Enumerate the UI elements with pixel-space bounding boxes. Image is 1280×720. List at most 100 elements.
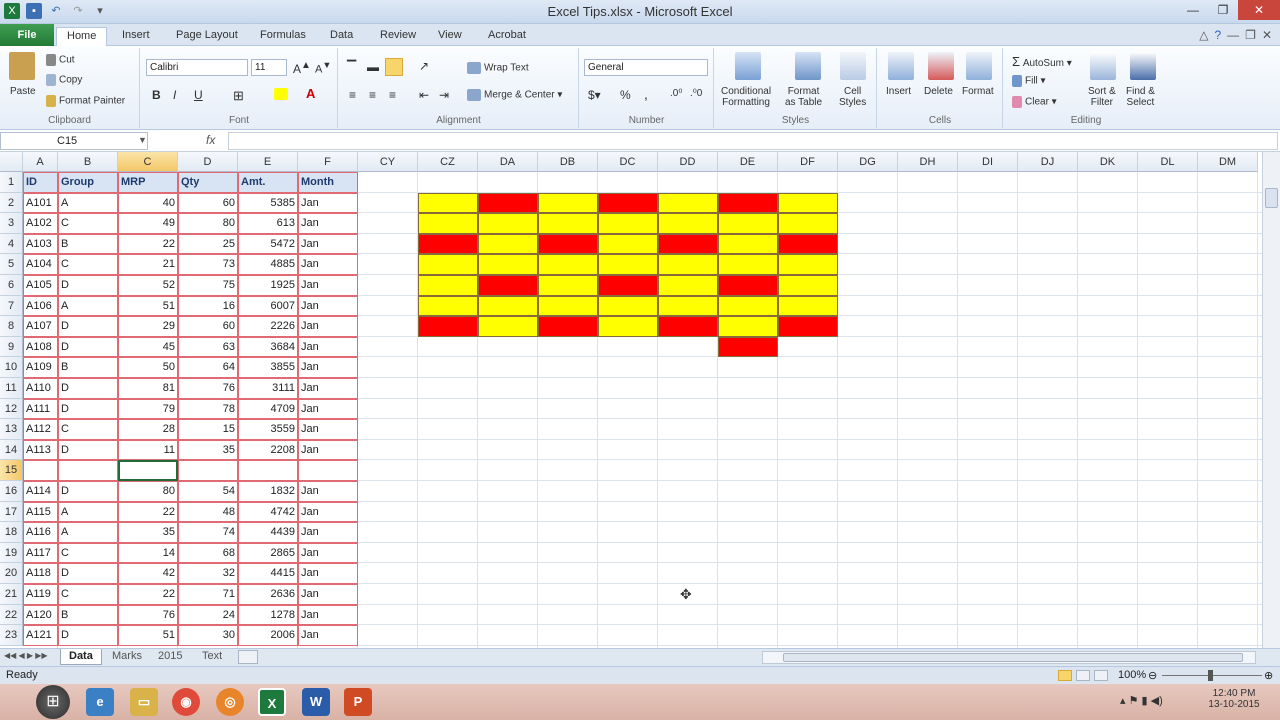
table-cell[interactable]: 6007 [238, 295, 298, 317]
merge-center-button[interactable]: Merge & Center ▾ [467, 89, 562, 101]
tab-insert[interactable]: Insert [112, 27, 160, 46]
table-cell[interactable]: 1278 [238, 604, 298, 626]
table-cell[interactable]: A119 [23, 584, 58, 605]
name-box[interactable]: C15 [0, 132, 148, 150]
format-painter-button[interactable]: Format Painter [46, 95, 125, 107]
table-cell[interactable]: 4439 [238, 522, 298, 543]
tab-formulas[interactable]: Formulas [250, 27, 316, 46]
fill-button[interactable]: Fill ▾ [1012, 75, 1046, 87]
table-cell[interactable]: 22 [118, 233, 178, 255]
table-cell[interactable]: 3559 [238, 419, 298, 440]
column-header-dd[interactable]: DD [658, 152, 718, 172]
table-cell[interactable]: 63 [178, 336, 238, 358]
table-cell[interactable]: 21 [118, 254, 178, 275]
conditional-formatting-button[interactable]: Conditional Formatting [721, 86, 771, 108]
table-cell[interactable]: D [58, 398, 118, 420]
tab-data[interactable]: Data [320, 27, 363, 46]
table-cell[interactable]: A117 [23, 542, 58, 564]
table-cell[interactable]: Jan [298, 233, 358, 255]
decrease-indent-icon[interactable]: ⇤ [419, 88, 429, 102]
table-cell[interactable]: 50 [118, 357, 178, 378]
table-cell[interactable] [58, 460, 118, 481]
autosum-button[interactable]: Σ AutoSum ▾ [1012, 54, 1072, 69]
sheet-nav-icons[interactable]: ◀◀ ◀ ▶ ▶▶ [4, 651, 48, 660]
column-header-d[interactable]: D [178, 152, 238, 172]
ribbon-minimize-icon[interactable]: △ [1199, 28, 1208, 42]
colored-cell[interactable] [658, 233, 718, 255]
table-cell[interactable]: A [58, 192, 118, 214]
bold-button[interactable]: B [152, 88, 161, 102]
colored-cell[interactable] [418, 295, 478, 317]
table-cell[interactable]: 60 [178, 316, 238, 337]
table-cell[interactable]: 22 [118, 584, 178, 605]
colored-cell[interactable] [538, 192, 598, 214]
colored-cell[interactable] [598, 192, 658, 214]
row-header-14[interactable]: 14 [0, 439, 23, 461]
table-cell[interactable]: A113 [23, 439, 58, 461]
table-cell[interactable]: 60 [178, 192, 238, 214]
colored-cell[interactable] [538, 316, 598, 337]
table-cell[interactable]: 80 [118, 481, 178, 502]
colored-cell[interactable] [478, 254, 538, 275]
table-cell[interactable]: D [58, 481, 118, 502]
align-top-icon[interactable]: ▔ [347, 60, 356, 74]
sheet-tab-text[interactable]: Text [194, 649, 230, 665]
column-header-f[interactable]: F [298, 152, 358, 172]
table-cell[interactable]: A [58, 501, 118, 523]
file-explorer-icon[interactable]: ▭ [130, 688, 158, 716]
colored-cell[interactable] [778, 275, 838, 296]
start-button-icon[interactable]: ⊞ [36, 685, 70, 719]
table-cell[interactable]: 2006 [238, 625, 298, 646]
table-cell[interactable]: A112 [23, 419, 58, 440]
table-cell[interactable]: C [58, 419, 118, 440]
insert-sheet-icon[interactable] [238, 650, 258, 664]
table-header-cell[interactable]: Group [58, 172, 118, 193]
table-cell[interactable]: Jan [298, 254, 358, 275]
horizontal-scrollbar[interactable] [762, 651, 1256, 664]
colored-cell[interactable] [478, 316, 538, 337]
table-cell[interactable]: 35 [178, 439, 238, 461]
colored-cell[interactable] [598, 295, 658, 317]
table-cell[interactable]: D [58, 378, 118, 399]
table-cell[interactable]: D [58, 439, 118, 461]
table-cell[interactable]: 68 [178, 542, 238, 564]
table-cell[interactable]: 2208 [238, 439, 298, 461]
colored-cell[interactable] [658, 254, 718, 275]
column-header-dk[interactable]: DK [1078, 152, 1138, 172]
table-cell[interactable]: Jan [298, 563, 358, 584]
active-cell-c15[interactable] [118, 460, 178, 481]
colored-cell[interactable] [718, 336, 778, 358]
table-cell[interactable]: A109 [23, 357, 58, 378]
table-cell[interactable]: Jan [298, 295, 358, 317]
table-cell[interactable]: Jan [298, 378, 358, 399]
table-cell[interactable]: A107 [23, 316, 58, 337]
table-cell[interactable]: A [58, 522, 118, 543]
row-header-7[interactable]: 7 [0, 295, 23, 317]
table-cell[interactable]: 1832 [238, 481, 298, 502]
column-header-a[interactable]: A [23, 152, 58, 172]
zoom-in-icon[interactable]: ⊕ [1264, 669, 1273, 682]
table-cell[interactable]: 3111 [238, 378, 298, 399]
table-cell[interactable]: 5472 [238, 233, 298, 255]
table-header-cell[interactable]: ID [23, 172, 58, 193]
align-middle-icon[interactable]: ▬ [367, 60, 379, 74]
column-header-di[interactable]: DI [958, 152, 1018, 172]
maximize-button[interactable]: ❐ [1208, 0, 1238, 20]
table-cell[interactable]: B [58, 357, 118, 378]
colored-cell[interactable] [598, 254, 658, 275]
table-cell[interactable]: 2636 [238, 584, 298, 605]
normal-view-icon[interactable] [1058, 670, 1072, 681]
table-cell[interactable]: 28 [118, 419, 178, 440]
borders-icon[interactable]: ⊞ [233, 88, 244, 104]
number-format-dropdown[interactable]: General [584, 59, 708, 76]
italic-button[interactable]: I [173, 88, 176, 102]
table-cell[interactable]: B [58, 233, 118, 255]
workbook-minimize-icon[interactable]: — [1227, 28, 1239, 42]
table-cell[interactable]: D [58, 316, 118, 337]
table-cell[interactable]: C [58, 213, 118, 234]
wrap-text-button[interactable]: Wrap Text [467, 62, 529, 74]
table-cell[interactable]: 24 [178, 604, 238, 626]
colored-cell[interactable] [418, 275, 478, 296]
table-cell[interactable]: 79 [118, 398, 178, 420]
table-cell[interactable]: 30 [178, 625, 238, 646]
